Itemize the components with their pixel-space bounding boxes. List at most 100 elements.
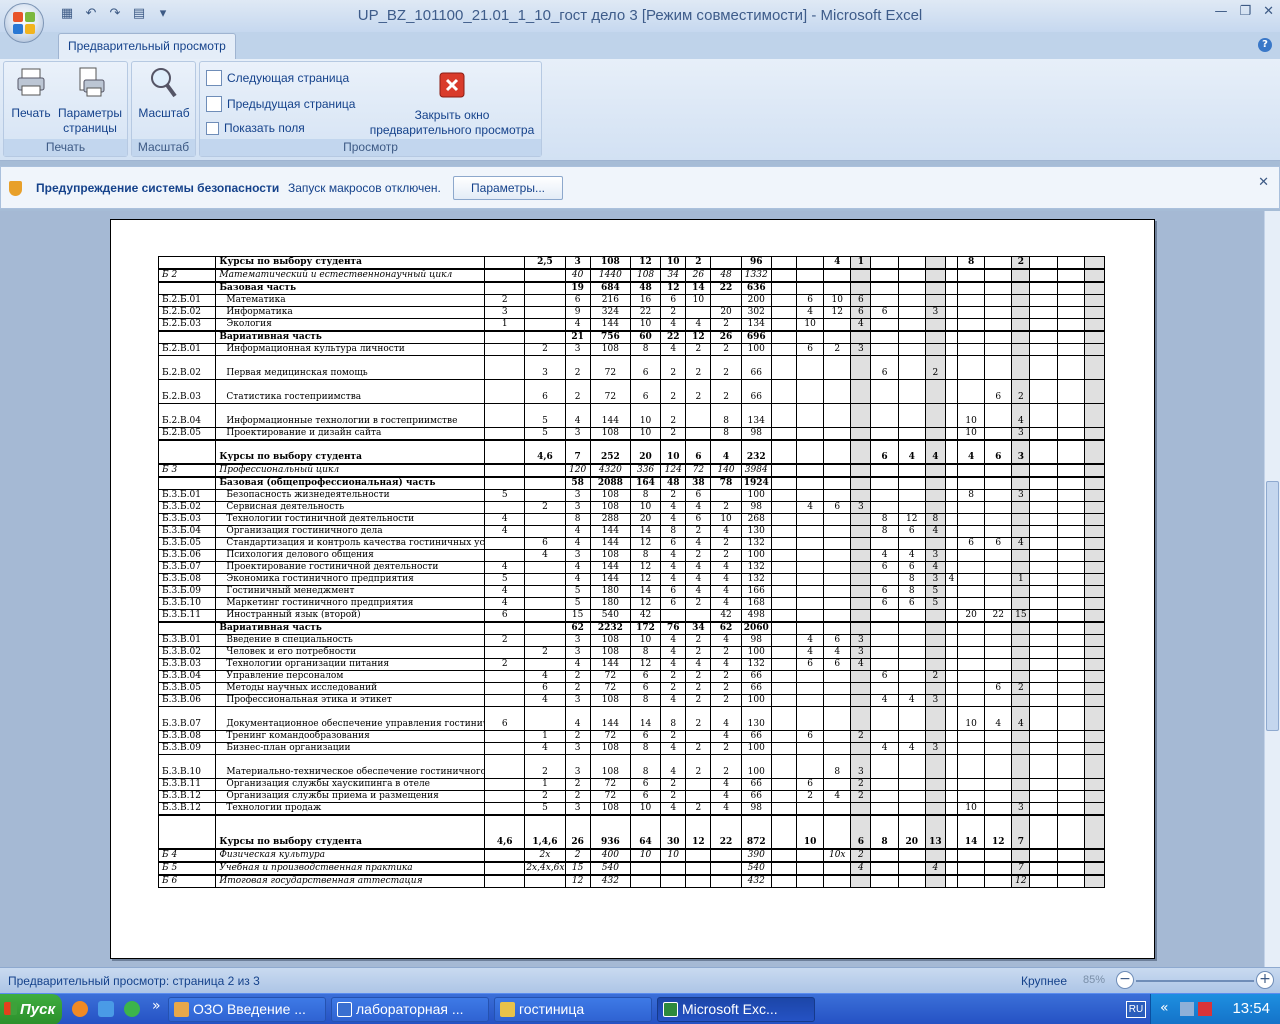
table-cell bbox=[956, 573, 986, 586]
table-cell bbox=[897, 379, 926, 404]
table-cell bbox=[770, 427, 798, 441]
table-cell bbox=[897, 501, 926, 514]
zoom-out-icon[interactable]: − bbox=[1116, 971, 1134, 989]
table-cell bbox=[897, 621, 926, 635]
scroll-thumb[interactable] bbox=[1266, 481, 1279, 731]
table-cell bbox=[770, 439, 798, 465]
table-cell bbox=[795, 281, 825, 295]
close-window-icon[interactable]: ✕ bbox=[1263, 4, 1274, 19]
desktop-icon[interactable] bbox=[98, 1001, 114, 1017]
row-code: Б 2 bbox=[157, 268, 217, 283]
messenger-icon[interactable] bbox=[124, 1001, 140, 1017]
browser-icon[interactable] bbox=[72, 1001, 88, 1017]
vertical-scrollbar[interactable] bbox=[1264, 211, 1280, 967]
zoom-in-label[interactable]: Крупнее bbox=[1021, 974, 1067, 988]
show-margins-checkbox[interactable]: Показать поля bbox=[206, 121, 305, 135]
table-cell bbox=[1029, 814, 1058, 850]
table-cell: 636 bbox=[740, 281, 772, 295]
row-code bbox=[157, 439, 217, 465]
page-setup-button[interactable]: Параметры страницы bbox=[56, 66, 124, 136]
close-bar-icon[interactable]: ✕ bbox=[1258, 175, 1269, 190]
table-cell: 6 bbox=[629, 730, 662, 743]
table-cell: 432 bbox=[589, 874, 631, 888]
task-lab[interactable]: лабораторная ... bbox=[331, 997, 489, 1022]
zoom-button[interactable]: Масштаб bbox=[134, 66, 194, 121]
table-cell: 66 bbox=[740, 682, 772, 695]
table-cell bbox=[770, 343, 798, 356]
row-code: Б 5 bbox=[157, 861, 217, 876]
antivirus-icon[interactable] bbox=[1198, 1002, 1212, 1016]
table-cell: 6 bbox=[823, 501, 852, 514]
table-cell: 2 bbox=[524, 343, 566, 356]
table-cell: 108 bbox=[589, 489, 631, 502]
table-cell: 3 bbox=[850, 634, 872, 647]
table-cell bbox=[897, 268, 926, 283]
table-cell: 2 bbox=[484, 658, 526, 671]
table-cell: 14 bbox=[629, 706, 662, 731]
table-cell bbox=[984, 306, 1013, 319]
row-title: Иностранный язык (второй) bbox=[215, 609, 486, 623]
table-cell: 6 bbox=[660, 597, 687, 610]
start-button[interactable]: Пуск bbox=[0, 994, 62, 1024]
table-cell: 2 bbox=[924, 670, 946, 683]
table-cell: 10 bbox=[685, 294, 712, 307]
table-cell bbox=[984, 256, 1013, 270]
prev-page-button[interactable]: Предыдущая страница bbox=[206, 96, 355, 112]
table-cell bbox=[850, 597, 872, 610]
word-icon bbox=[337, 1002, 352, 1017]
table-row: Б.3.В.02 Человек и его потребности 2 3 108 8 4… bbox=[157, 646, 1106, 659]
minimize-icon[interactable]: — bbox=[1214, 4, 1227, 19]
restore-icon[interactable]: ❐ bbox=[1239, 4, 1251, 19]
table-cell: 7 bbox=[1011, 861, 1031, 876]
table-cell: 2 bbox=[564, 670, 591, 683]
print-button[interactable]: Печать bbox=[8, 66, 54, 121]
security-options-button[interactable]: Параметры... bbox=[453, 176, 563, 200]
table-cell bbox=[1029, 802, 1058, 816]
table-cell: 4 bbox=[897, 549, 926, 562]
network-icon[interactable] bbox=[1180, 1002, 1194, 1016]
table-cell bbox=[1056, 501, 1085, 514]
table-cell bbox=[1083, 513, 1106, 526]
table-cell: 6 bbox=[685, 489, 712, 502]
table-cell: 6 bbox=[524, 379, 566, 404]
row-title: Курсы по выбору студента bbox=[215, 814, 486, 850]
table-cell bbox=[1029, 281, 1058, 295]
language-indicator[interactable]: RU bbox=[1126, 1001, 1146, 1018]
next-page-button[interactable]: Следующая страница bbox=[206, 70, 349, 86]
table-cell bbox=[685, 306, 712, 319]
row-title: Итоговая государственная аттестация bbox=[215, 874, 486, 888]
row-title: Базовая часть bbox=[215, 281, 486, 295]
table-cell bbox=[1056, 790, 1085, 803]
table-row: Базовая (общепрофессиональная) часть 58 20… bbox=[157, 476, 1106, 490]
table-cell: 3 bbox=[564, 501, 591, 514]
table-cell bbox=[1011, 634, 1031, 647]
table-cell bbox=[897, 306, 926, 319]
tab-print-preview[interactable]: Предварительный просмотр bbox=[58, 33, 236, 60]
task-ozo[interactable]: ОЗО Введение ... bbox=[168, 997, 326, 1022]
table-cell bbox=[1056, 754, 1085, 779]
table-cell bbox=[524, 306, 566, 319]
table-cell bbox=[1083, 814, 1106, 850]
table-cell: 10 bbox=[629, 848, 662, 863]
zoom-in-icon[interactable]: + bbox=[1256, 971, 1274, 989]
table-cell bbox=[685, 778, 712, 791]
table-cell: 2 bbox=[660, 778, 687, 791]
close-preview-button[interactable]: Закрыть окно предварительного просмотра bbox=[366, 72, 538, 138]
table-cell: 3 bbox=[924, 549, 946, 562]
table-cell: 4 bbox=[956, 439, 986, 465]
table-cell bbox=[924, 682, 946, 695]
task-hotel[interactable]: гостиница bbox=[494, 997, 652, 1022]
tray-expand-icon[interactable]: « bbox=[1160, 1000, 1169, 1016]
table-cell: 6 bbox=[564, 294, 591, 307]
task-excel[interactable]: Microsoft Exc... bbox=[657, 997, 815, 1022]
table-cell: 98 bbox=[740, 501, 772, 514]
table-cell: 72 bbox=[589, 778, 631, 791]
table-cell bbox=[484, 778, 526, 791]
office-button[interactable] bbox=[4, 3, 44, 43]
quicklaunch-more-icon[interactable]: » bbox=[152, 998, 161, 1014]
table-cell: 8 bbox=[629, 343, 662, 356]
table-cell bbox=[897, 874, 926, 888]
help-icon[interactable]: ? bbox=[1258, 38, 1272, 52]
zoom-slider[interactable] bbox=[1136, 980, 1254, 982]
table-cell: 1,4,6 bbox=[524, 814, 566, 850]
